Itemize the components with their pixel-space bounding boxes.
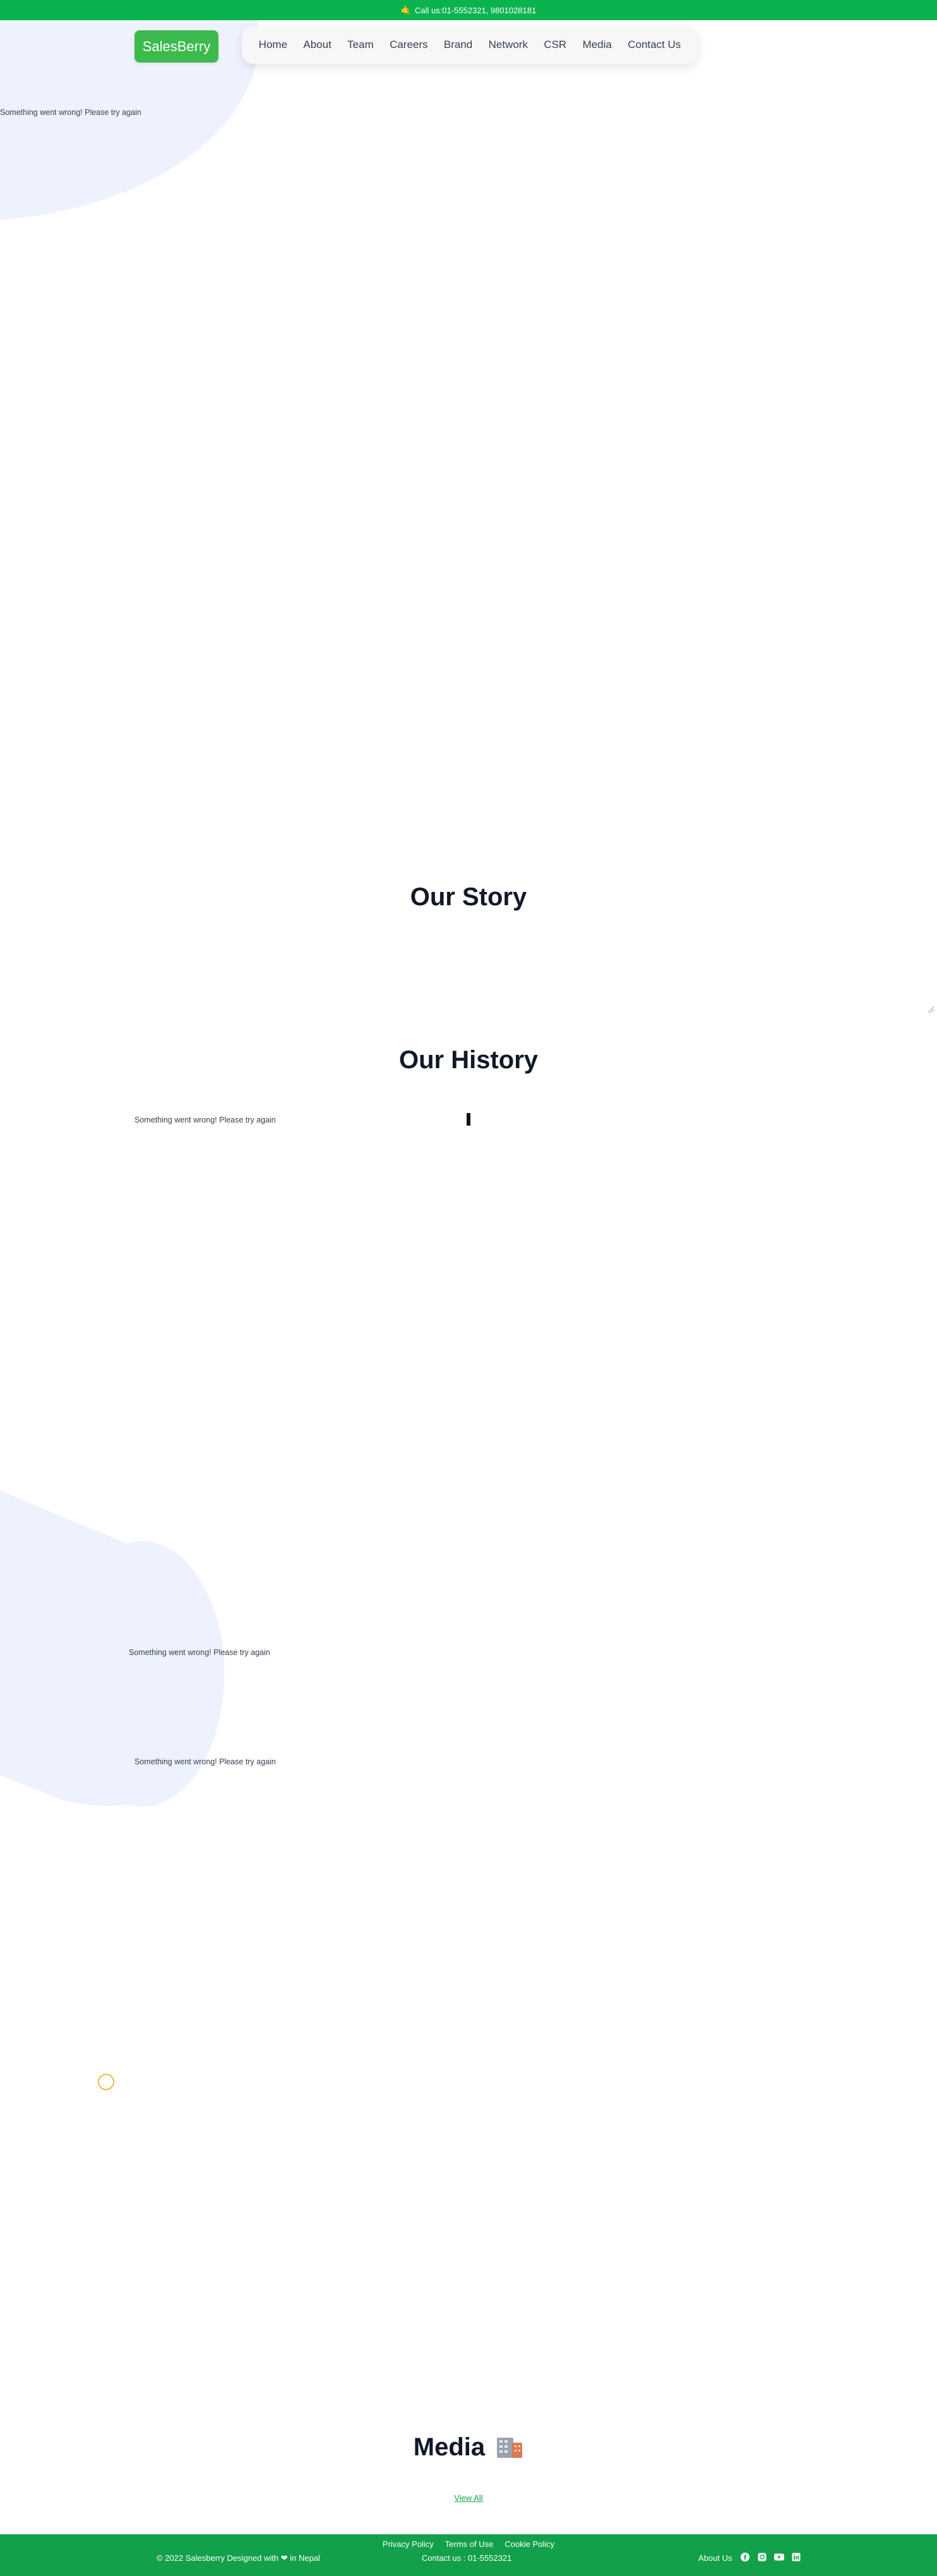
view-all-container: View All <box>0 2493 937 2504</box>
terms-of-use-link[interactable]: Terms of Use <box>445 2539 494 2549</box>
footer: Privacy Policy Terms of Use Cookie Polic… <box>0 2534 937 2576</box>
our-history-heading: Our History <box>398 1046 539 1074</box>
hero-error-message: Something went wrong! Please try again <box>0 108 141 117</box>
main-navigation: Home About Team Careers Brand Network CS… <box>242 26 698 64</box>
privacy-policy-link[interactable]: Privacy Policy <box>383 2539 434 2549</box>
history-timeline-marker <box>467 1113 470 1126</box>
history-error-message: Something went wrong! Please try again <box>134 1116 276 1124</box>
youtube-icon[interactable] <box>774 2552 784 2562</box>
nav-home[interactable]: Home <box>259 39 287 51</box>
office-building-icon <box>497 2438 523 2458</box>
section-b-error-message: Something went wrong! Please try again <box>134 1757 276 1766</box>
nav-careers[interactable]: Careers <box>390 39 427 51</box>
about-us-link[interactable]: About Us <box>698 2553 732 2563</box>
copyright-text: © 2022 Salesberry Designed with ❤ in Nep… <box>157 2553 320 2563</box>
page: 🤙 Call us:01-5552321, 9801028181 SalesBe… <box>0 0 937 2576</box>
our-story-heading: Our Story <box>410 883 527 911</box>
topbar-contact-text: Call us:01-5552321, 9801028181 <box>414 5 537 15</box>
nav-media[interactable]: Media <box>583 39 612 51</box>
top-contact-bar: 🤙 Call us:01-5552321, 9801028181 <box>0 0 937 20</box>
nav-about[interactable]: About <box>303 39 331 51</box>
instagram-icon[interactable] <box>757 2552 767 2562</box>
social-icons <box>740 2552 801 2562</box>
media-heading: Media <box>0 2433 937 2462</box>
nav-network[interactable]: Network <box>489 39 528 51</box>
cookie-policy-link[interactable]: Cookie Policy <box>504 2539 554 2549</box>
nav-csr[interactable]: CSR <box>544 39 566 51</box>
resize-grip-icon[interactable] <box>927 1006 934 1013</box>
footer-contact-text: Contact us : 01-5552321 <box>422 2553 512 2563</box>
footer-links: Privacy Policy Terms of Use Cookie Polic… <box>0 2539 937 2549</box>
loading-ring-icon <box>98 2074 114 2090</box>
section-a-error-message: Something went wrong! Please try again <box>129 1648 270 1657</box>
phone-hand-icon: 🤙 <box>400 5 411 15</box>
media-title: Media <box>413 2433 486 2461</box>
nav-team[interactable]: Team <box>347 39 374 51</box>
linkedin-icon[interactable] <box>791 2552 801 2562</box>
facebook-icon[interactable] <box>740 2552 750 2562</box>
view-all-link[interactable]: View All <box>454 2493 482 2503</box>
nav-contact-us[interactable]: Contact Us <box>628 39 681 51</box>
logo-button[interactable]: SalesBerry <box>134 30 218 63</box>
nav-brand[interactable]: Brand <box>444 39 472 51</box>
